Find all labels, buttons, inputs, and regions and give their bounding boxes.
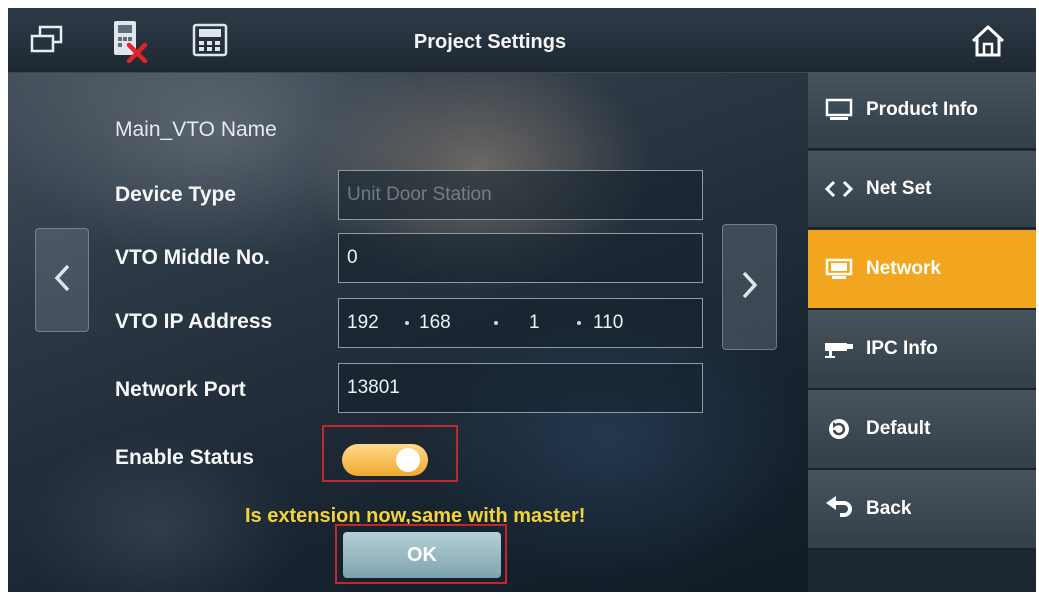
vto-middle-no-label: VTO Middle No. [115,246,270,269]
keypad-icon[interactable] [192,23,228,62]
device-screen: Project Settings Main_VTO Name Device Ty… [8,8,1036,592]
sidebar-item-default[interactable]: Default [808,390,1036,470]
ip-separator [577,321,581,325]
sidebar-item-label: Network [866,258,941,279]
chevron-left-icon [53,263,71,298]
sidebar-item-label: Product Info [866,99,978,120]
home-icon[interactable] [970,24,1006,63]
ip-separator [405,321,409,325]
sidebar-item-label: Net Set [866,178,932,199]
sidebar-item-label: IPC Info [866,338,938,359]
sidebar-item-network[interactable]: Network [808,230,1036,310]
device-offline-icon[interactable] [110,19,150,68]
network-port-field[interactable]: 13801 [338,363,703,413]
vto-ip-address-field[interactable]: 192 168 1 110 [338,298,703,348]
vto-middle-no-field[interactable]: 0 [338,233,703,283]
windows-icon[interactable] [30,25,64,60]
code-brackets-icon [822,176,856,202]
top-bar: Project Settings [8,8,1036,73]
main-vto-name-label: Main_VTO Name [115,118,277,141]
sidebar-item-label: Back [866,498,912,519]
ip-octet-4[interactable]: 110 [593,299,623,347]
page-title: Project Settings [413,31,567,53]
device-type-label: Device Type [115,183,237,206]
next-page-button[interactable] [722,224,777,350]
enable-status-label: Enable Status [115,446,254,469]
ip-octet-3[interactable]: 1 [529,299,540,347]
toggle-knob [396,448,420,472]
ok-button[interactable]: OK [343,532,501,578]
sidebar-item-product-info[interactable]: Product Info [808,72,1036,150]
sidebar-item-net-set[interactable]: Net Set [808,151,1036,229]
prev-page-button[interactable] [35,228,89,332]
screen-icon [822,256,856,282]
sidebar-item-label: Default [866,418,931,439]
reset-icon [822,416,856,442]
sidebar: Product Info Net Set Network IPC Info De… [808,72,1036,592]
network-port-label: Network Port [115,378,246,401]
camera-icon [822,336,856,362]
sidebar-item-back[interactable]: Back [808,470,1036,550]
monitor-icon [822,97,856,123]
chevron-right-icon [741,270,759,305]
vto-ip-address-label: VTO IP Address [115,310,273,333]
enable-status-toggle[interactable] [342,444,428,476]
ip-separator [494,321,498,325]
device-type-field: Unit Door Station [338,170,703,220]
back-arrow-icon [822,496,856,522]
sidebar-item-ipc-info[interactable]: IPC Info [808,310,1036,390]
ip-octet-1[interactable]: 192 [347,299,379,347]
ip-octet-2[interactable]: 168 [419,299,451,347]
